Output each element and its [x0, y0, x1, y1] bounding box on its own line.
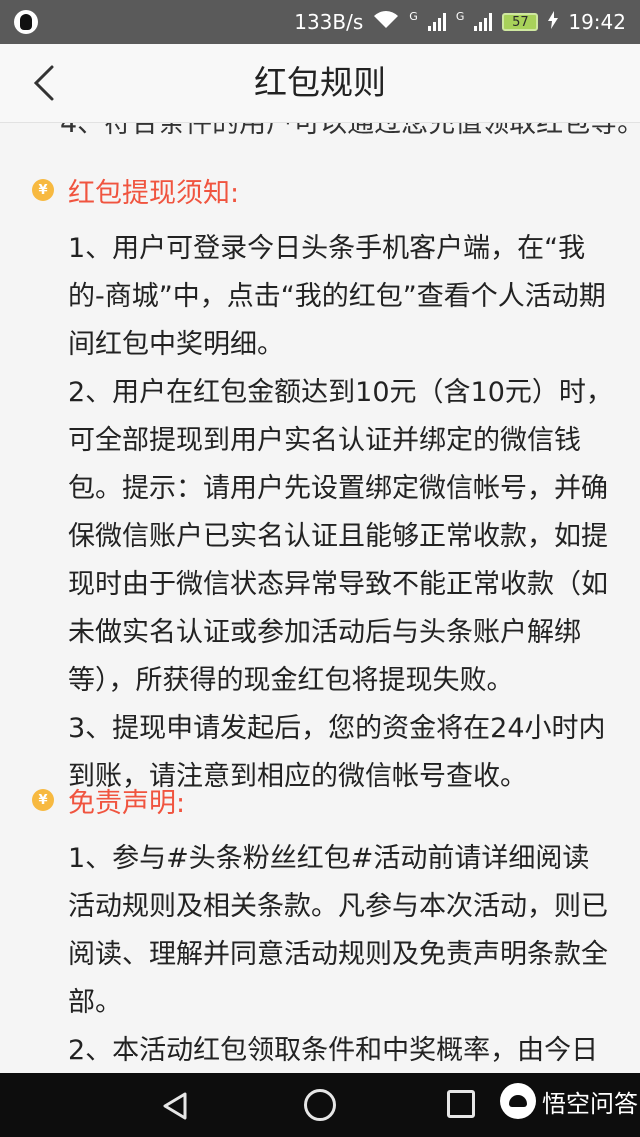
yuan-coin-icon: ¥ [32, 789, 54, 811]
signal-sim1-icon [427, 13, 446, 31]
clock: 19:42 [568, 10, 626, 34]
section-disclaimer: ¥ 免责声明: 1、参与#头条粉丝红包#活动前请详细阅读活动规则及相关条款。凡参… [0, 777, 640, 1073]
home-circle-icon[interactable] [304, 1089, 336, 1121]
sim2-network-type: G [455, 9, 465, 23]
status-bar: 133B/s G G 57 19:42 [0, 0, 640, 44]
triangle-back-icon[interactable] [160, 1091, 190, 1125]
wukong-logo-icon [500, 1083, 536, 1119]
network-speed: 133B/s [294, 10, 364, 34]
section-title: 免责声明: [68, 787, 186, 819]
back-button[interactable] [22, 58, 66, 108]
battery-icon: 57 [502, 13, 539, 31]
partial-paragraph: 4、符合条件的用户可以通过您充值领取红包等。 [60, 123, 640, 139]
battery-level: 57 [512, 14, 529, 30]
section-header: ¥ 免责声明: [0, 777, 640, 823]
yuan-coin-icon: ¥ [32, 179, 54, 201]
qq-notification-icon [14, 10, 38, 34]
sim1-network-type: G [409, 9, 418, 23]
wifi-icon [373, 10, 399, 35]
app-header: 红包规则 [0, 44, 640, 123]
signal-sim2-icon [474, 13, 493, 31]
charging-icon [548, 10, 559, 34]
paragraph: 1、参与#头条粉丝红包#活动前请详细阅读活动规则及相关条款。凡参与本次活动，则已… [68, 843, 608, 1018]
paragraph: 1、用户可登录今日头条手机客户端，在“我的-商城”中，点击“我的红包”查看个人活… [68, 233, 606, 360]
watermark: 悟空问答 [500, 1083, 638, 1119]
rules-content[interactable]: 4、符合条件的用户可以通过您充值领取红包等。 ¥ 红包提现须知: 1、用户可登录… [0, 123, 640, 1073]
section-withdraw-notice: ¥ 红包提现须知: 1、用户可登录今日头条手机客户端，在“我的-商城”中，点击“… [0, 167, 640, 801]
page-title: 红包规则 [254, 63, 386, 102]
watermark-text: 悟空问答 [542, 1089, 638, 1118]
paragraph: 2、本活动红包领取条件和中奖概率，由今日头条根据活动需要设定。 [68, 1035, 599, 1066]
section-title: 红包提现须知: [68, 177, 240, 209]
section-header: ¥ 红包提现须知: [0, 167, 640, 213]
paragraph: 2、用户在红包金额达到10元（含10元）时，可全部提现到用户实名认证并绑定的微信… [68, 377, 613, 696]
chevron-left-icon [33, 65, 54, 101]
recent-apps-icon[interactable] [447, 1090, 475, 1118]
